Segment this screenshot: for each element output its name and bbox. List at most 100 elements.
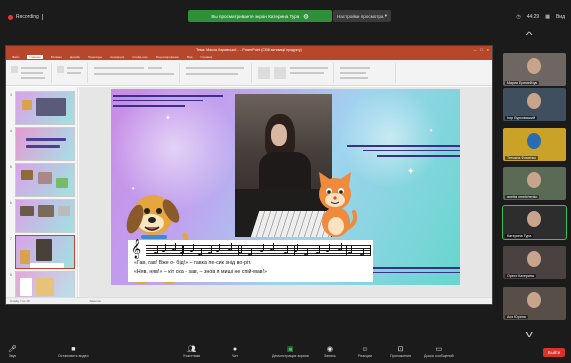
note-stem bbox=[296, 244, 298, 251]
select-button[interactable] bbox=[340, 77, 368, 79]
thumb-graphic bbox=[58, 206, 70, 216]
recording-indicator[interactable]: Recording bbox=[8, 14, 43, 20]
video-label: Остановить видео bbox=[58, 354, 89, 358]
thumb-number: 8 bbox=[10, 273, 12, 277]
ribbon-item[interactable] bbox=[67, 72, 81, 74]
video-camera-icon: ■ bbox=[71, 346, 76, 353]
thumb-graphic bbox=[21, 170, 33, 180]
participant-tile[interactable]: Мария Еремейчук bbox=[503, 53, 566, 86]
apps-button[interactable]: ⊡ Приложения bbox=[390, 346, 411, 358]
ribbon-item[interactable] bbox=[290, 72, 324, 74]
ppt-tab[interactable]: Файл bbox=[12, 55, 19, 59]
view-options-button[interactable]: Настройки просмотра ▾ bbox=[333, 10, 391, 22]
ppt-tab[interactable]: Главная bbox=[27, 55, 43, 59]
grid-icon[interactable]: ▦ bbox=[545, 14, 550, 20]
paragraph-group bbox=[182, 63, 252, 83]
leave-meeting-button[interactable]: Выйти bbox=[543, 348, 565, 357]
ppt-ribbon bbox=[6, 60, 492, 86]
whiteboards-label: Доски сообщений bbox=[424, 354, 454, 358]
reactions-button[interactable]: ☺ Реакции bbox=[358, 346, 372, 358]
note-stem bbox=[156, 246, 158, 253]
chat-bubble-icon: ● bbox=[232, 346, 238, 353]
ppt-tab[interactable]: Вставка bbox=[51, 55, 62, 59]
chevron-down-icon[interactable]: v bbox=[526, 329, 533, 339]
clock-icon: ◷ bbox=[516, 14, 521, 20]
note-stem bbox=[164, 244, 166, 251]
ribbon-item[interactable] bbox=[290, 67, 328, 69]
ppt-tab[interactable]: Анимация bbox=[110, 55, 124, 59]
font-size-field[interactable] bbox=[148, 67, 162, 69]
participants-button[interactable]: 👥︎ Участники bbox=[183, 346, 200, 358]
editing-group bbox=[336, 63, 396, 83]
divider bbox=[41, 14, 43, 20]
participant-video bbox=[527, 58, 541, 74]
meeting-timer: 44:29 bbox=[526, 14, 540, 20]
whiteboards-button[interactable]: ▭ Доски сообщений bbox=[424, 346, 454, 358]
slide-thumbnail-selected[interactable]: 7 bbox=[10, 235, 75, 269]
chevron-up-icon[interactable]: ^ bbox=[526, 30, 533, 40]
ribbon-item[interactable] bbox=[67, 67, 83, 69]
slide-thumbnail[interactable]: 4 bbox=[10, 127, 75, 161]
note-stem bbox=[272, 243, 274, 250]
record-button[interactable]: ◉ Запись bbox=[324, 346, 336, 358]
align-buttons[interactable] bbox=[186, 73, 238, 75]
slide-thumbnail[interactable]: 5 bbox=[10, 163, 75, 197]
participant-name: Катерина Тура bbox=[505, 234, 534, 238]
note-stem bbox=[210, 246, 212, 253]
chat-button[interactable]: ● Чат bbox=[232, 346, 238, 358]
ppt-tab[interactable]: Переходы bbox=[88, 55, 102, 59]
participant-tile[interactable]: Катерина Тура bbox=[502, 205, 567, 240]
notes-toggle[interactable]: Заметки bbox=[90, 299, 101, 303]
music-staff: 𝄞 bbox=[131, 239, 371, 259]
note-stem bbox=[250, 248, 252, 255]
ribbon-item[interactable] bbox=[21, 72, 43, 74]
sparkle-icon: ✦ bbox=[165, 115, 171, 122]
format-buttons[interactable] bbox=[94, 73, 174, 75]
ppt-tab[interactable]: Слайд-шоу bbox=[132, 55, 148, 59]
note-stem bbox=[262, 244, 264, 251]
participant-tile[interactable]: Тетьяна Фоменко bbox=[503, 128, 566, 161]
cartoon-cat-illustration bbox=[319, 172, 358, 237]
decorative-line bbox=[347, 145, 460, 147]
replace-button[interactable] bbox=[340, 72, 366, 74]
bar-line bbox=[346, 245, 347, 255]
close-icon[interactable]: × bbox=[487, 47, 489, 52]
find-button[interactable] bbox=[340, 67, 370, 69]
participant-video bbox=[527, 93, 541, 109]
thumb-graphic bbox=[26, 145, 60, 148]
note-stem bbox=[350, 246, 352, 253]
maximize-icon[interactable]: □ bbox=[480, 47, 482, 52]
shapes-icon[interactable] bbox=[258, 67, 270, 79]
slide-thumbnail[interactable]: 6 bbox=[10, 199, 75, 233]
minimize-icon[interactable]: – bbox=[474, 47, 476, 52]
share-notice-text: Вы просматриваете экран Катерина Тура bbox=[211, 13, 300, 19]
arrange-icon[interactable] bbox=[274, 67, 286, 79]
ppt-tab[interactable]: Дизайн bbox=[70, 55, 80, 59]
chat-label: Чат bbox=[232, 354, 238, 358]
new-slide-icon[interactable] bbox=[57, 66, 64, 73]
font-name-field[interactable] bbox=[94, 67, 144, 69]
note-stem bbox=[318, 246, 320, 253]
lyric-line-2: «Няв, няв!» – кiт ска - зав, – знов я ми… bbox=[134, 269, 268, 275]
view-mode-button[interactable]: Вид bbox=[556, 14, 565, 20]
participant-tile[interactable]: Орест Катерина bbox=[503, 246, 566, 279]
ribbon-item[interactable] bbox=[21, 77, 45, 79]
paste-icon[interactable] bbox=[11, 66, 18, 73]
participant-name: anetta omelchenko bbox=[505, 195, 540, 199]
share-screen-button[interactable]: ▣ Демонстрация экрана bbox=[272, 346, 309, 358]
note-stem bbox=[192, 244, 194, 251]
ppt-tab[interactable]: Справка bbox=[200, 55, 212, 59]
list-buttons[interactable] bbox=[186, 67, 244, 69]
participant-tile[interactable]: Ася Юрина bbox=[503, 287, 566, 320]
ribbon-item[interactable] bbox=[21, 67, 47, 69]
participant-tile[interactable]: Ігор Бурковський bbox=[503, 88, 566, 121]
participant-tile[interactable]: anetta omelchenko bbox=[503, 167, 566, 200]
slide-thumbnail[interactable]: 3 bbox=[10, 91, 75, 125]
share-label: Демонстрация экрана bbox=[272, 354, 309, 358]
note-stem bbox=[182, 246, 184, 253]
ppt-tab[interactable]: Вид bbox=[187, 55, 192, 59]
ppt-tab[interactable]: Рецензирование bbox=[156, 55, 179, 59]
sparkle-icon: ✦ bbox=[407, 166, 415, 176]
stop-video-button[interactable]: ■ Остановить видео bbox=[58, 346, 89, 358]
audio-button[interactable]: 🎤︎ Звук bbox=[8, 346, 17, 358]
